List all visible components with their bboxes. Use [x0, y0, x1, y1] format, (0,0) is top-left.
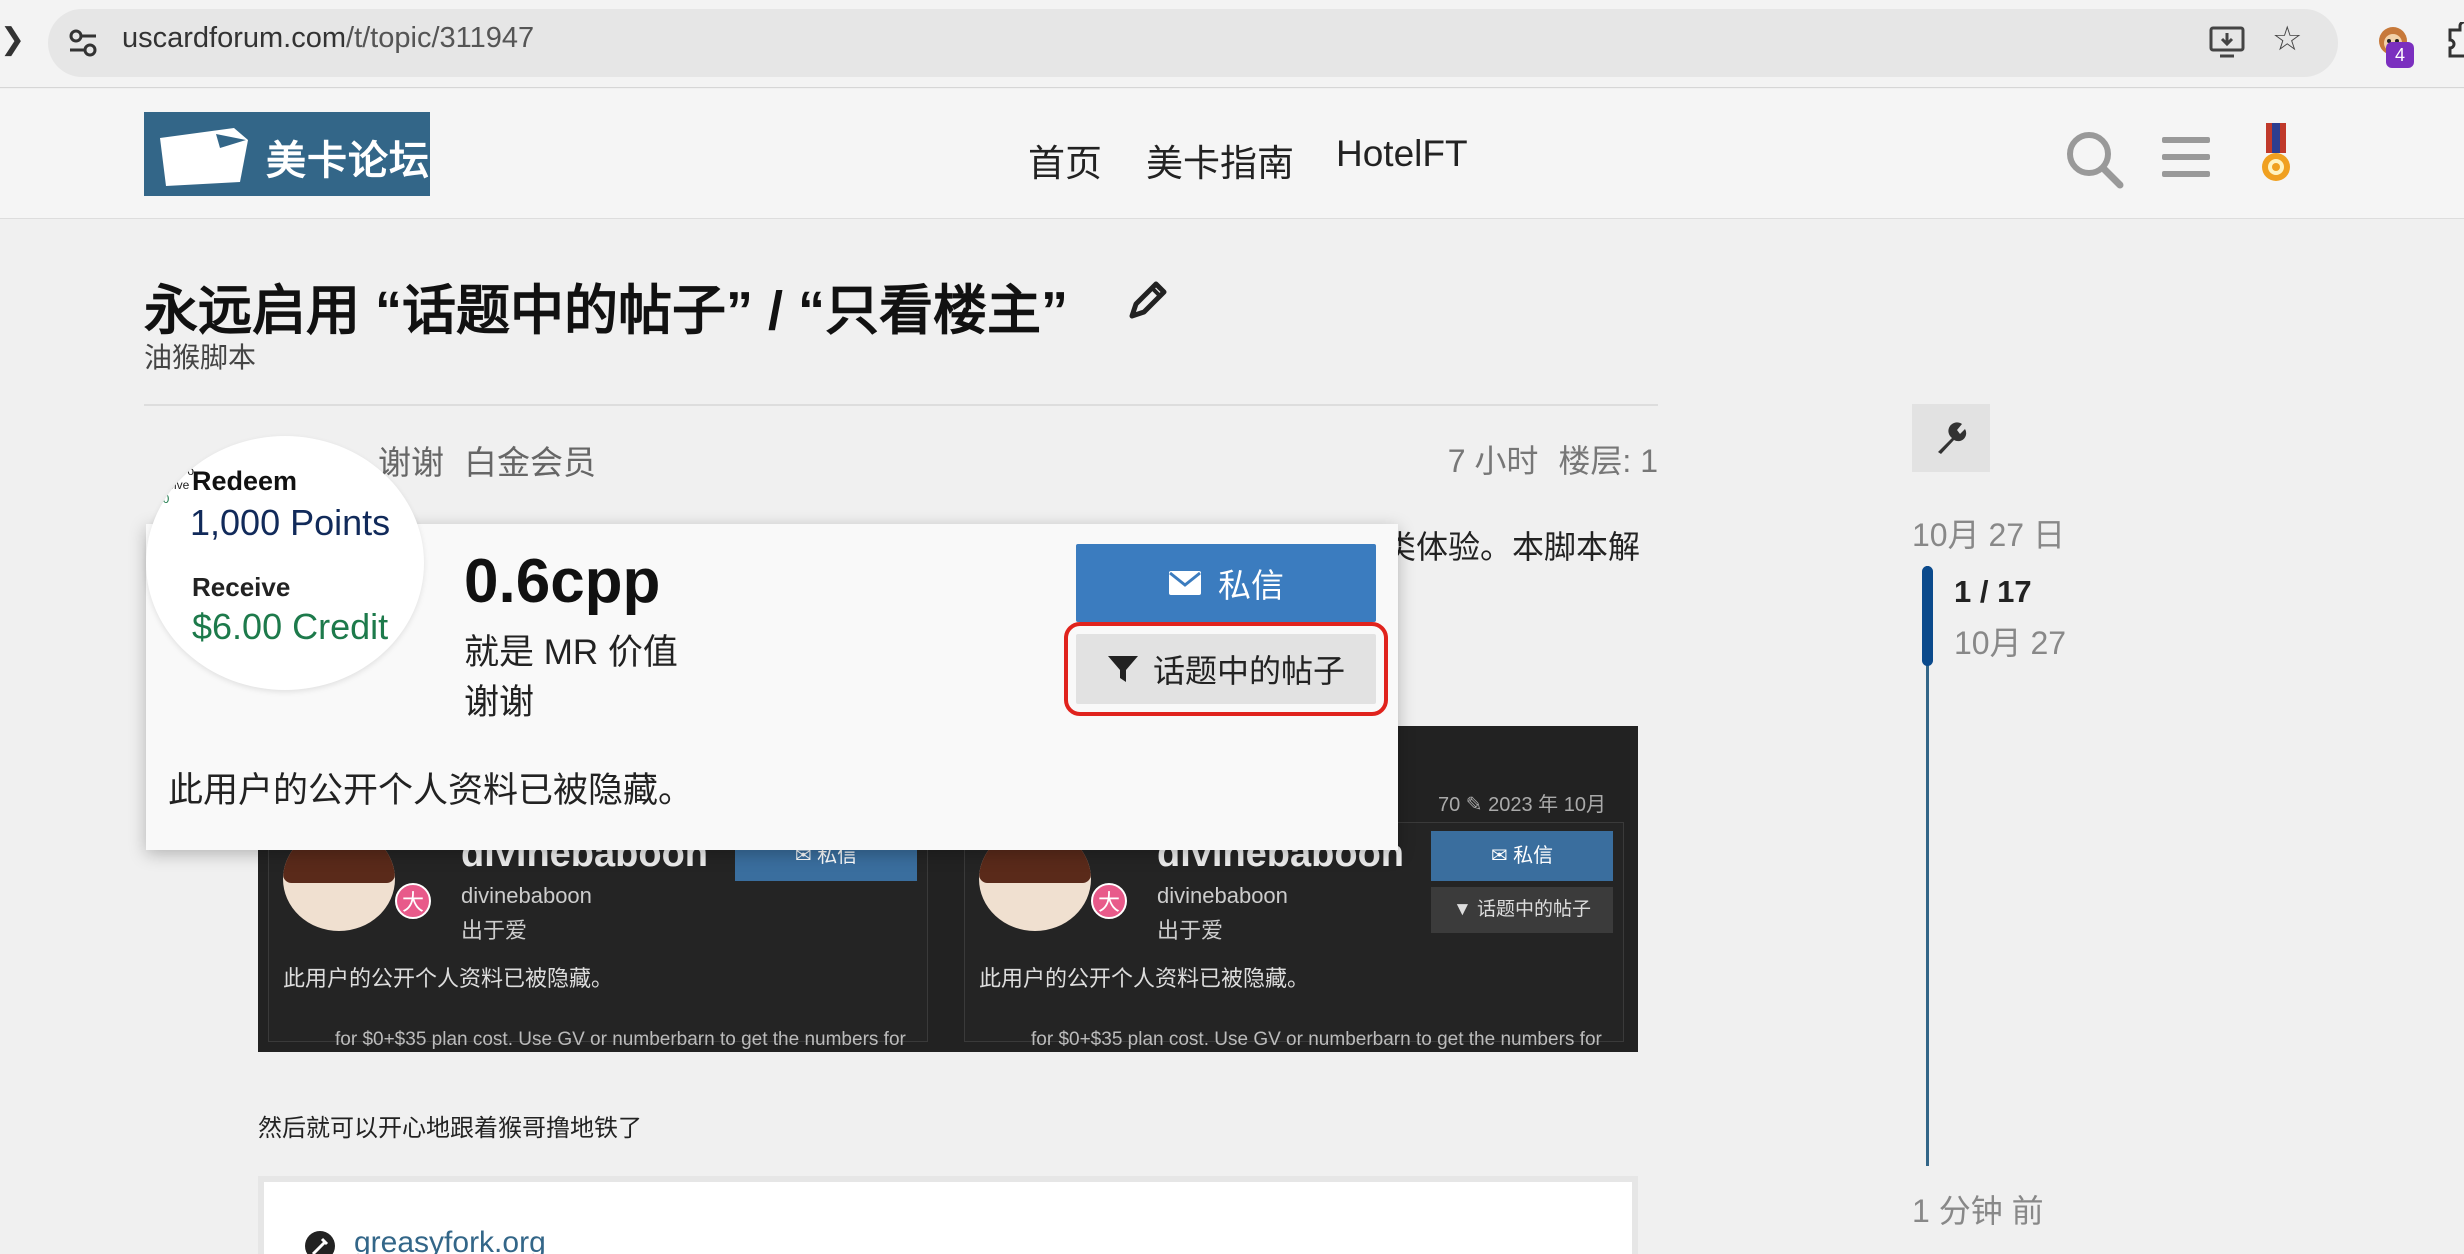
embed-bio: 出于爱 — [1157, 918, 1224, 943]
admin-wrench-button[interactable] — [1912, 404, 1990, 472]
card-logo-icon — [160, 128, 248, 186]
title-divider — [144, 404, 1658, 406]
author-title[interactable]: 谢谢 — [378, 444, 444, 481]
embed-username: divinebaboon — [1157, 883, 1288, 908]
message-button[interactable]: 私信 — [1076, 544, 1376, 622]
nav-hotelft[interactable]: HotelFT — [1336, 133, 1468, 175]
post-floor[interactable]: 楼层: 1 — [1558, 443, 1658, 479]
embed-hidden-notice: 此用户的公开个人资料已被隐藏。 — [979, 966, 1310, 991]
author-group[interactable]: 白金会员 — [464, 444, 596, 481]
profile-hidden-notice: 此用户的公开个人资料已被隐藏。 — [168, 771, 694, 810]
envelope-icon — [1169, 571, 1201, 595]
embed-footer: for $0+$35 plan cost. Use GV or numberba… — [335, 1029, 906, 1050]
timeline-current-date: 10月 27 — [1954, 625, 2067, 661]
embed-user-card: 大 divinebaboon divinebaboon 出于爱 ✉ 私信 ▼ 话… — [964, 822, 1624, 1050]
nav-guide[interactable]: 美卡指南 — [1146, 133, 1294, 187]
onebox-link[interactable]: greasyfork.org — [354, 1226, 546, 1254]
embed-meta: 70 ✎ 2023 年 10月 — [1438, 794, 1606, 816]
embed-badge: 大 — [1091, 883, 1127, 919]
post-author-meta: 谢谢 白金会员 — [378, 436, 616, 484]
embed-message-button: ✉ 私信 — [1431, 831, 1613, 881]
message-button-label: 私信 — [1218, 567, 1284, 604]
embed-hidden-notice: 此用户的公开个人资料已被隐藏。 — [283, 966, 614, 991]
back-edge-glyph: ❯ — [0, 23, 26, 56]
embed-message-label: 私信 — [1513, 845, 1554, 867]
install-app-icon[interactable] — [2208, 24, 2246, 60]
site-info-icon[interactable] — [66, 26, 100, 60]
avatar-tiny-line: 1,000 Po — [146, 464, 195, 478]
greasyfork-icon — [305, 1231, 335, 1254]
embed-badge: 大 — [395, 883, 431, 919]
timeline-handle[interactable] — [1922, 566, 1933, 666]
avatar-tiny-line: $6.0 — [146, 492, 170, 506]
category-label[interactable]: 油猴脚本 — [144, 336, 256, 376]
extensions-puzzle-icon[interactable] — [2448, 22, 2464, 60]
filter-button-label: 话题中的帖子 — [1152, 653, 1345, 689]
search-icon[interactable] — [2064, 129, 2124, 189]
post-body-snippet: 类体验。本脚本解 — [1384, 529, 1641, 565]
avatar-tiny-line: Receive — [146, 478, 190, 492]
url-path: /t/topic/311947 — [346, 22, 535, 54]
topic-title: 永远启用 “话题中的帖子” / “只看楼主” — [144, 281, 1069, 341]
post-time[interactable]: 7 小时 — [1448, 443, 1539, 479]
avatar-tiny-line: Redeem — [146, 450, 192, 464]
url-text[interactable]: uscardforum.com/t/topic/311947 — [122, 22, 534, 55]
embed-footer: for $0+$35 plan cost. Use GV or numberba… — [1031, 1029, 1602, 1050]
filter-posts-in-topic-button[interactable]: 话题中的帖子 — [1076, 634, 1376, 704]
browser-toolbar: ❯ uscardforum.com/t/topic/311947 ☆ 4 — [0, 0, 2464, 88]
hamburger-menu-icon[interactable] — [2160, 131, 2212, 183]
user-card-name[interactable]: 0.6cpp — [464, 546, 660, 617]
logo-text: 美卡论坛 — [266, 139, 430, 183]
avatar-receive-label: Receive — [192, 572, 291, 602]
url-host: uscardforum.com — [122, 22, 347, 54]
nav-home[interactable]: 首页 — [1028, 133, 1102, 187]
wrench-icon — [1938, 422, 1967, 454]
user-card-bio: 谢谢 — [464, 683, 535, 722]
link-onebox[interactable]: greasyfork.org — [258, 1176, 1638, 1254]
avatar-redeem-label: Redeem — [192, 466, 298, 496]
bookmark-star-icon[interactable]: ☆ — [2272, 22, 2302, 56]
pencil-edit-icon[interactable] — [1124, 276, 1172, 324]
embed-filter-label: 话题中的帖子 — [1477, 899, 1592, 920]
post-paragraph: 然后就可以开心地跟着猴哥撸地铁了 — [258, 1115, 642, 1142]
avatar-credit: $6.00 Credit — [192, 606, 389, 647]
site-logo[interactable]: 美卡论坛 — [144, 112, 430, 196]
extension-badge: 4 — [2386, 42, 2414, 68]
post-meta-right: 7 小时 楼层: 1 — [1428, 436, 1658, 482]
embed-user-card: 大 divinebaboon divinebaboon 出于爱 ✉ 私信 此用户… — [268, 822, 928, 1050]
timeline-last-activity[interactable]: 1 分钟 前 — [1912, 1186, 2044, 1232]
embed-filter-button: ▼ 话题中的帖子 — [1431, 887, 1613, 933]
avatar-tiny-preview: Redeem 1,000 Po Receive $6.0 — [146, 450, 194, 506]
embed-bio: 出于爱 — [461, 918, 528, 943]
user-card-title: 就是 MR 价值 — [464, 633, 678, 672]
timeline-count: 1 / 17 — [1954, 574, 2032, 609]
timeline-start-date[interactable]: 10月 27 日 — [1912, 510, 2065, 556]
avatar-points: 1,000 Points — [190, 502, 391, 543]
user-medal-avatar-icon[interactable] — [2252, 121, 2300, 187]
site-header: 美卡论坛 首页 美卡指南 HotelFT — [0, 89, 2464, 219]
embed-username: divinebaboon — [461, 883, 592, 908]
user-card-avatar[interactable]: Redeem 1,000 Po Receive $6.0 Redeem 1,00… — [146, 436, 424, 690]
filter-funnel-icon — [1107, 656, 1138, 682]
